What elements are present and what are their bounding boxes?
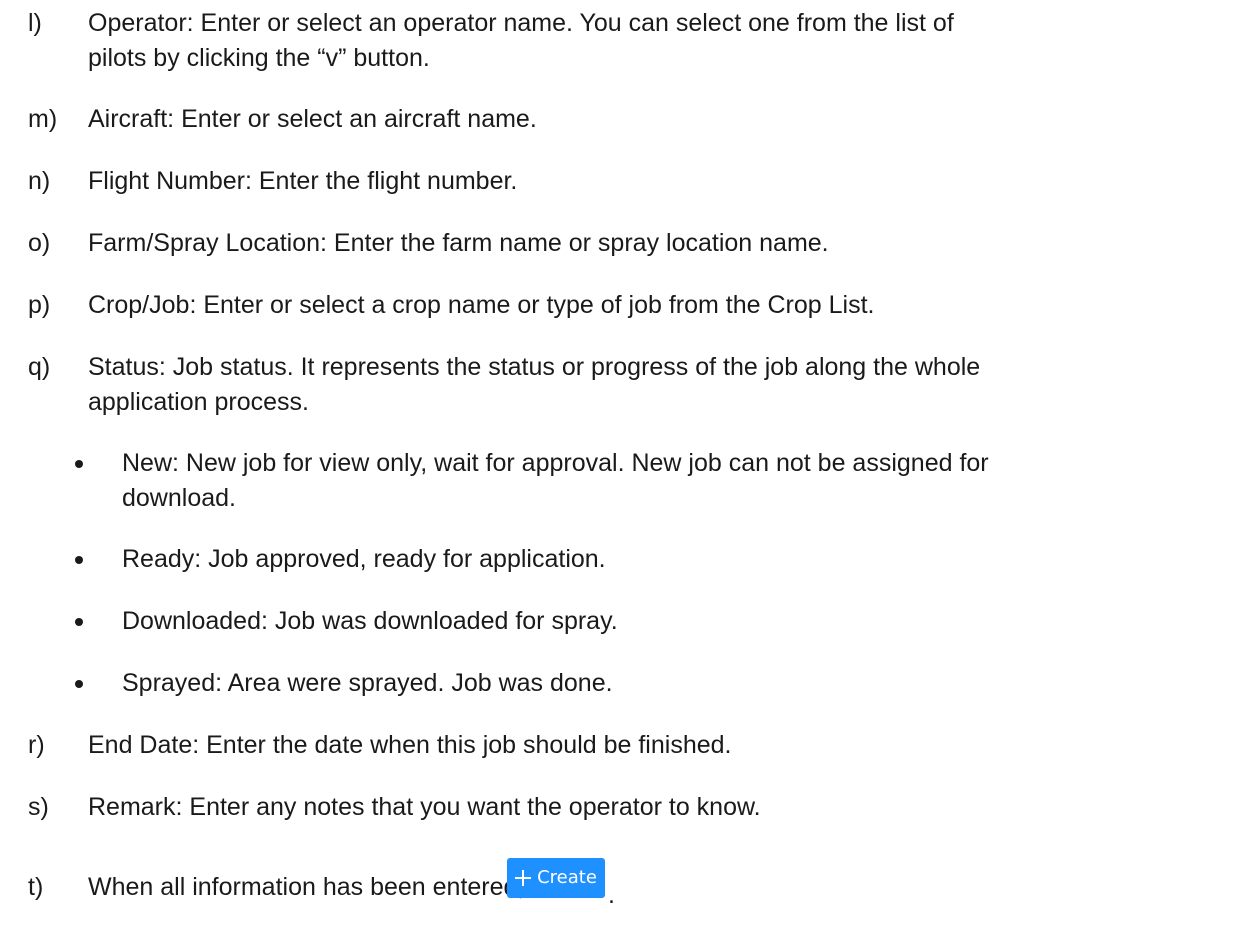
text-line: download.	[122, 484, 236, 512]
bullet-dot-icon	[75, 460, 83, 468]
sentence-period: .	[608, 881, 615, 909]
list-item-text: Aircraft: Enter or select an aircraft na…	[88, 105, 537, 133]
list-item-text: Farm/Spray Location: Enter the farm name…	[88, 229, 829, 257]
list-marker: o)	[28, 229, 51, 257]
bullet-dot-icon	[75, 618, 83, 626]
list-marker: n)	[28, 167, 51, 195]
list-item-text: Flight Number: Enter the flight number.	[88, 167, 518, 195]
list-marker: q)	[28, 353, 51, 381]
list-item-text: Operator: Enter or select an operator na…	[88, 6, 1238, 76]
list-marker: r)	[28, 731, 45, 759]
text-line: New: New job for view only, wait for app…	[122, 449, 989, 477]
bullet-text: Downloaded: Job was downloaded for spray…	[122, 607, 618, 635]
list-marker: s)	[28, 793, 49, 821]
bullet-text: Sprayed: Area were sprayed. Job was done…	[122, 669, 613, 697]
list-item-text: When all information has been entered, c…	[88, 873, 580, 901]
text-line: application process.	[88, 388, 309, 416]
list-item-text: Status: Job status. It represents the st…	[88, 350, 1238, 420]
bullet-dot-icon	[75, 680, 83, 688]
list-marker: l)	[28, 9, 42, 37]
list-item-text: End Date: Enter the date when this job s…	[88, 731, 732, 759]
list-marker: p)	[28, 291, 51, 319]
plus-icon	[515, 870, 532, 886]
text-line: pilots by clicking the “v” button.	[88, 44, 430, 72]
bullet-dot-icon	[75, 556, 83, 564]
list-marker: t)	[28, 873, 44, 901]
create-button[interactable]: Create	[507, 858, 605, 898]
create-button-label: Create	[537, 867, 597, 888]
text-line: Operator: Enter or select an operator na…	[88, 9, 954, 37]
bullet-text: New: New job for view only, wait for app…	[122, 446, 1232, 516]
text-line: Status: Job status. It represents the st…	[88, 353, 981, 381]
list-item-text: Crop/Job: Enter or select a crop name or…	[88, 291, 875, 319]
list-marker: m)	[28, 105, 58, 133]
list-item-text: Remark: Enter any notes that you want th…	[88, 793, 761, 821]
bullet-text: Ready: Job approved, ready for applicati…	[122, 545, 606, 573]
